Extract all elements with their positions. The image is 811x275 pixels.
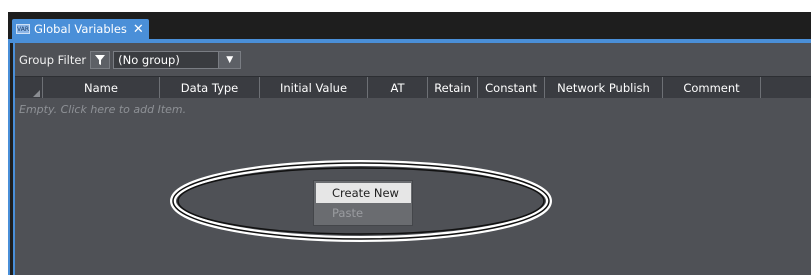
column-header-comment[interactable]: Comment <box>663 77 761 99</box>
menu-item-create-new[interactable]: Create New <box>316 183 411 203</box>
group-filter-value: (No group) <box>118 52 180 67</box>
tab-global-variables[interactable]: VAR Global Variables ✕ <box>12 19 149 39</box>
menu-item-paste[interactable]: Paste <box>316 203 411 223</box>
empty-placeholder-row[interactable]: Empty. Click here to add Item. <box>19 103 186 116</box>
column-header-constant[interactable]: Constant <box>478 77 545 99</box>
column-header-data-type[interactable]: Data Type <box>160 77 260 99</box>
column-header-initial-value[interactable]: Initial Value <box>260 77 368 99</box>
grid-body[interactable]: Empty. Click here to add Item. <box>15 98 811 275</box>
group-filter-bar: Group Filter (No group) ▼ <box>15 43 811 76</box>
column-header-network-publish[interactable]: Network Publish <box>545 77 663 99</box>
column-header-at[interactable]: AT <box>368 77 428 99</box>
tab-label: Global Variables <box>34 22 127 36</box>
close-icon[interactable]: ✕ <box>133 22 144 37</box>
column-header-filler <box>761 77 811 99</box>
group-filter-label: Group Filter <box>19 52 87 67</box>
select-all-corner[interactable] <box>15 77 43 99</box>
variables-panel: Group Filter (No group) ▼ Name Data Type… <box>15 43 811 275</box>
group-filter-select[interactable]: (No group) ▼ <box>113 50 242 69</box>
funnel-icon[interactable] <box>90 50 111 69</box>
global-variables-icon: VAR <box>16 24 30 34</box>
left-accent-bar <box>8 43 15 275</box>
grid-header: Name Data Type Initial Value AT Retain C… <box>15 76 811 99</box>
tab-strip: VAR Global Variables ✕ <box>8 12 811 39</box>
editor-frame: VAR Global Variables ✕ Group Filter (No … <box>8 12 811 275</box>
column-header-name[interactable]: Name <box>43 77 160 99</box>
context-menu: Create New Paste <box>313 180 413 226</box>
chevron-down-icon[interactable]: ▼ <box>218 51 241 68</box>
column-header-retain[interactable]: Retain <box>428 77 478 99</box>
